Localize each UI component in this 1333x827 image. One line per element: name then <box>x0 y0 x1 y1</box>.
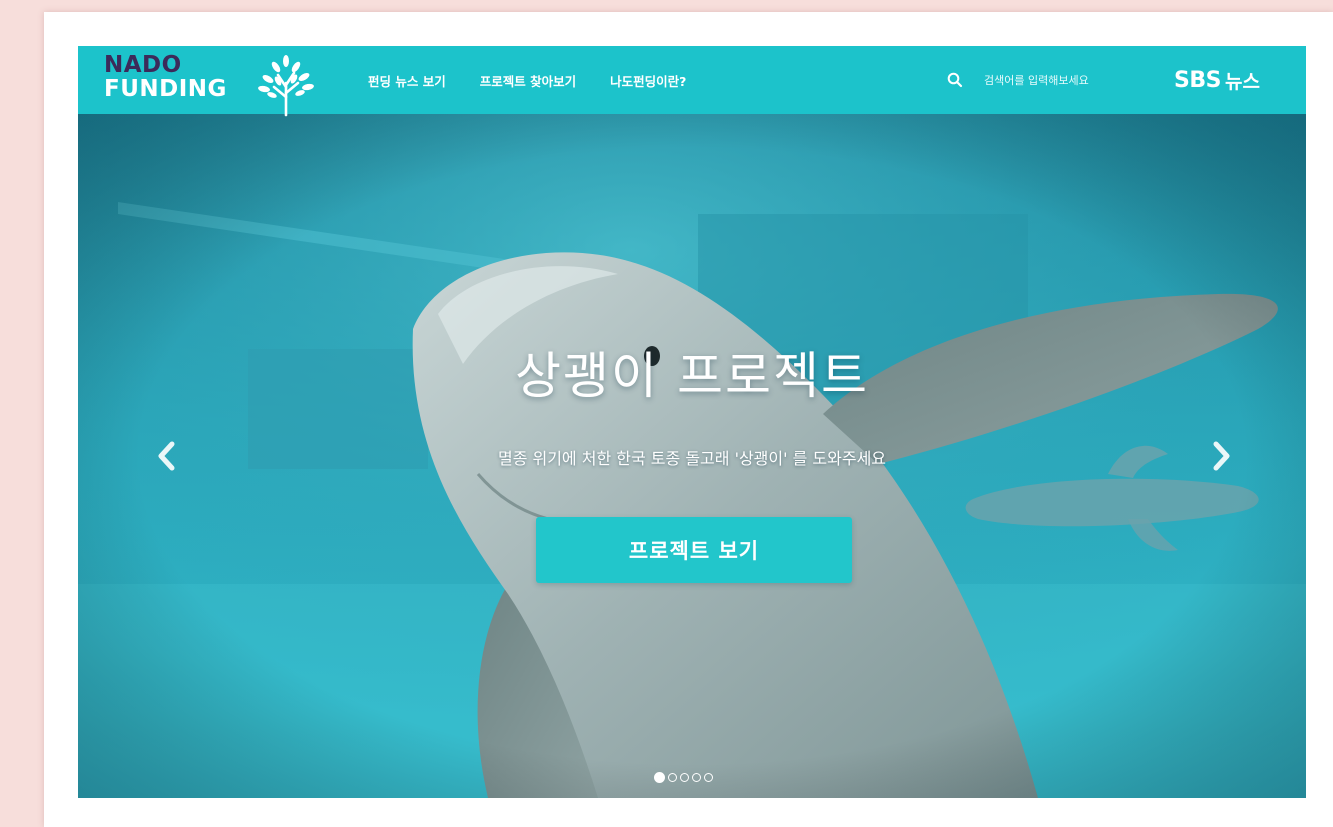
site-header: NADO FUNDING 펀딩 뉴스 보기 프로젝트 찾아보기 나도펀딩이란? … <box>78 46 1306 117</box>
logo-line-2: FUNDING <box>104 76 227 102</box>
nav-find-projects[interactable]: 프로젝트 찾아보기 <box>480 71 576 90</box>
search-icon[interactable] <box>946 71 964 89</box>
sbs-news-label: 뉴스 <box>1224 70 1260 93</box>
tree-icon <box>258 55 314 117</box>
carousel-dot-5[interactable] <box>704 773 713 782</box>
hero-carousel: 상괭이 프로젝트 멸종 위기에 처한 한국 토종 돌고래 '상괭이' 를 도와주… <box>78 114 1306 798</box>
sbs-brand: SBS <box>1174 67 1221 93</box>
carousel-dot-4[interactable] <box>692 773 701 782</box>
carousel-indicators <box>654 772 716 783</box>
view-project-button[interactable]: 프로젝트 보기 <box>536 517 852 583</box>
search-area <box>946 46 1134 114</box>
search-input[interactable] <box>984 69 1134 91</box>
hero-title: 상괭이 프로젝트 <box>515 347 869 405</box>
browser-frame: NADO FUNDING 펀딩 뉴스 보기 프로젝트 찾아보기 나도펀딩이란? … <box>44 12 1333 827</box>
nado-funding-logo[interactable]: NADO FUNDING <box>104 53 324 117</box>
website: NADO FUNDING 펀딩 뉴스 보기 프로젝트 찾아보기 나도펀딩이란? … <box>78 46 1306 798</box>
logo-text: NADO FUNDING <box>104 53 227 101</box>
hero-subtitle: 멸종 위기에 처한 한국 토종 돌고래 '상괭이' 를 도와주세요 <box>497 449 887 468</box>
carousel-dot-3[interactable] <box>680 773 689 782</box>
carousel-dot-2[interactable] <box>668 773 677 782</box>
nav-funding-news[interactable]: 펀딩 뉴스 보기 <box>368 71 446 90</box>
nav-about[interactable]: 나도펀딩이란? <box>610 71 686 90</box>
carousel-dot-1[interactable] <box>654 772 665 783</box>
main-nav: 펀딩 뉴스 보기 프로젝트 찾아보기 나도펀딩이란? <box>368 46 720 114</box>
sbs-news-logo[interactable]: SBS 뉴스 <box>1174 46 1260 114</box>
logo-line-1: NADO <box>104 52 182 78</box>
